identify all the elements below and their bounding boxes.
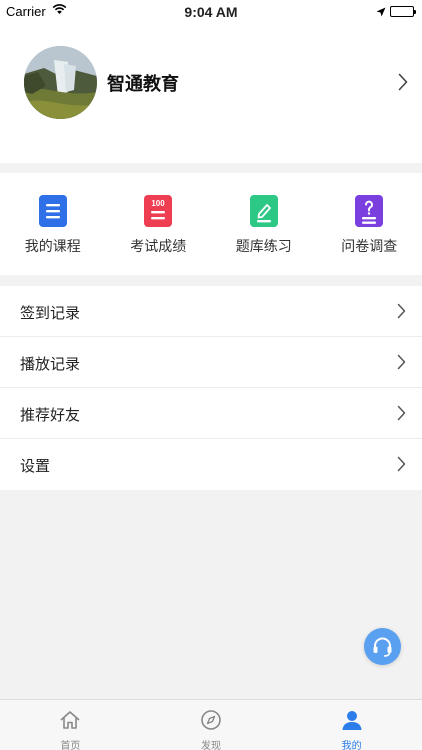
tab-mine[interactable]: 我的	[281, 700, 422, 750]
quick-action-exam-scores[interactable]: 100 考试成绩	[106, 173, 212, 275]
survey-icon	[355, 195, 384, 227]
quick-action-question-bank[interactable]: 题库练习	[211, 173, 317, 275]
menu-item-checkin-records[interactable]: 签到记录	[0, 286, 422, 337]
quick-action-my-courses[interactable]: 我的课程	[0, 173, 106, 275]
menu-item-label: 设置	[20, 458, 51, 475]
menu-item-label: 推荐好友	[20, 407, 81, 424]
quick-action-label: 问卷调查	[341, 238, 398, 254]
quick-action-label: 考试成绩	[130, 238, 187, 254]
chevron-right-icon	[397, 456, 406, 477]
chevron-right-icon	[397, 354, 406, 375]
menu-item-label: 播放记录	[20, 356, 81, 373]
tab-label: 我的	[341, 741, 362, 750]
quick-action-survey[interactable]: 问卷调查	[317, 173, 422, 275]
score-100-icon: 100	[144, 195, 173, 227]
customer-service-button[interactable]	[364, 628, 401, 665]
tab-home[interactable]: 首页	[0, 700, 141, 750]
practice-icon	[249, 195, 278, 227]
status-bar: Carrier 9:04 AM	[0, 0, 422, 22]
home-icon	[59, 709, 81, 731]
user-icon	[341, 709, 363, 731]
tab-discover[interactable]: 发现	[141, 700, 282, 750]
course-icon	[38, 195, 67, 227]
battery-icon	[390, 6, 416, 17]
menu-item-label: 签到记录	[20, 305, 81, 322]
chevron-right-icon	[397, 303, 406, 324]
chevron-right-icon	[397, 405, 406, 426]
location-arrow-icon	[376, 5, 386, 20]
avatar[interactable]	[24, 46, 97, 119]
menu-item-recommend-friends[interactable]: 推荐好友	[0, 388, 422, 439]
tab-label: 首页	[60, 741, 81, 750]
compass-icon	[200, 709, 222, 731]
clock: 9:04 AM	[184, 4, 238, 20]
menu-item-settings[interactable]: 设置	[0, 439, 422, 490]
quick-action-label: 题库练习	[235, 238, 292, 254]
quick-action-label: 我的课程	[24, 238, 81, 254]
settings-menu: 签到记录 播放记录 推荐好友 设置	[0, 286, 422, 490]
score-badge-text: 100	[152, 199, 166, 208]
tab-label: 发现	[201, 741, 221, 750]
quick-actions: 我的课程 100 考试成绩 题库练习 问卷调查	[0, 173, 422, 275]
headset-icon	[373, 637, 392, 657]
chevron-right-icon	[398, 73, 408, 96]
profile-name: 智通教育	[107, 74, 179, 94]
profile-header[interactable]: 智通教育	[0, 22, 422, 163]
tab-bar: 首页 发现 我的	[0, 699, 422, 750]
menu-item-play-history[interactable]: 播放记录	[0, 337, 422, 388]
